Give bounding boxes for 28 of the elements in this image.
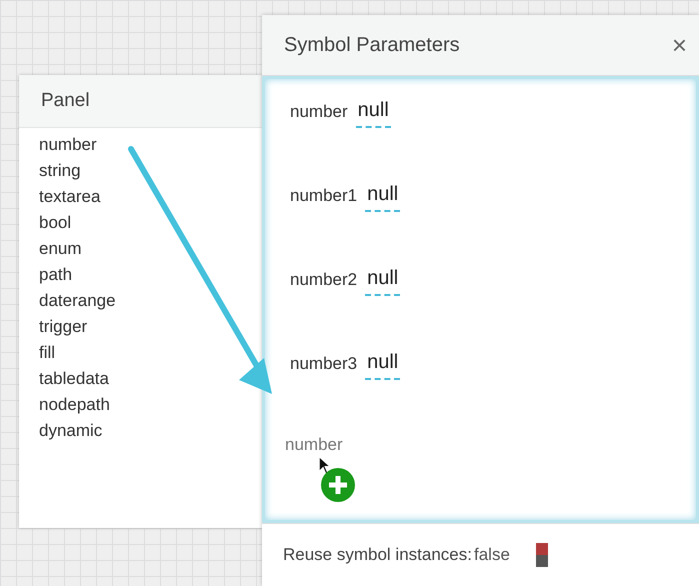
parameter-name: number — [290, 102, 348, 122]
dialog-title: Symbol Parameters — [284, 34, 460, 56]
panel-item[interactable]: daterange — [39, 288, 116, 314]
drag-ghost-label: number — [285, 435, 343, 454]
parameter-name: number1 — [290, 186, 358, 206]
toggle-switch[interactable] — [536, 543, 548, 567]
panel-item[interactable]: fill — [39, 340, 56, 366]
parameter-value[interactable]: null — [356, 99, 391, 128]
parameter-name: number3 — [290, 354, 358, 374]
panel-item[interactable]: bool — [39, 210, 72, 236]
parameter-name: number2 — [290, 270, 358, 290]
parameter-value[interactable]: null — [365, 267, 400, 296]
panel-item[interactable]: path — [39, 262, 72, 288]
panel-item[interactable]: trigger — [39, 314, 88, 340]
reuse-label: Reuse symbol instances: — [283, 545, 472, 565]
panel-item[interactable]: dynamic — [39, 418, 102, 444]
panel-item[interactable]: string — [39, 158, 81, 184]
panel-item[interactable]: nodepath — [39, 392, 110, 418]
panel-item[interactable]: tabledata — [39, 366, 109, 392]
parameter-value[interactable]: null — [365, 351, 400, 380]
panel-title: Panel — [41, 90, 90, 112]
close-button[interactable]: × — [668, 30, 691, 60]
add-icon — [320, 467, 356, 503]
panel-item[interactable]: number — [39, 132, 97, 158]
parameter-value[interactable]: null — [365, 183, 400, 212]
panel-item[interactable]: enum — [39, 236, 82, 262]
reuse-value: false — [474, 545, 510, 565]
panel-item[interactable]: textarea — [39, 184, 100, 210]
